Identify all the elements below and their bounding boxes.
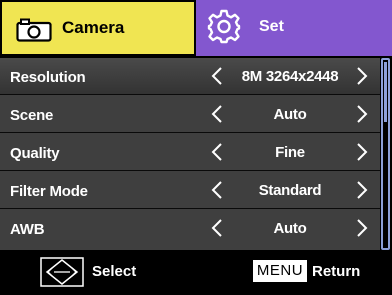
gear-icon [207, 9, 241, 44]
setting-value: Fine [275, 144, 305, 161]
camera-icon [16, 18, 52, 42]
settings-row-scene[interactable]: Scene Auto [0, 96, 380, 133]
chevron-right-icon[interactable] [355, 142, 369, 162]
tab-camera-label: Camera [62, 18, 125, 37]
chevron-left-icon[interactable] [210, 142, 224, 162]
settings-row-filter-mode[interactable]: Filter Mode Standard [0, 172, 380, 209]
setting-label: Scene [10, 107, 54, 124]
setting-value: Auto [273, 220, 307, 237]
chevron-left-icon[interactable] [210, 66, 224, 86]
setting-value: Auto [273, 106, 307, 123]
camera-settings-screen: Camera Set Resolution 8M 3264x2448 Scene… [0, 0, 392, 295]
chevron-right-icon[interactable] [355, 218, 369, 238]
chevron-right-icon[interactable] [355, 66, 369, 86]
chevron-left-icon[interactable] [210, 180, 224, 200]
menu-key: MENU [253, 260, 307, 282]
scrollbar[interactable] [381, 58, 390, 250]
scrollbar-thumb[interactable] [384, 62, 387, 122]
select-hint-label: Select [92, 263, 137, 280]
chevron-left-icon[interactable] [210, 104, 224, 124]
tab-set-label: Set [259, 18, 284, 35]
settings-row-quality[interactable]: Quality Fine [0, 134, 380, 171]
footer-hints: Select MENU Return [0, 252, 392, 295]
return-hint-label: Return [312, 263, 361, 280]
setting-value: Standard [258, 182, 322, 199]
chevron-right-icon[interactable] [355, 104, 369, 124]
chevron-right-icon[interactable] [355, 180, 369, 200]
dpad-icon [40, 257, 84, 287]
settings-row-resolution[interactable]: Resolution 8M 3264x2448 [0, 58, 380, 95]
settings-list: Resolution 8M 3264x2448 Scene Auto Quali… [0, 58, 380, 250]
setting-label: Resolution [10, 69, 86, 86]
setting-label: Quality [10, 145, 60, 162]
chevron-left-icon[interactable] [210, 218, 224, 238]
settings-row-awb[interactable]: AWB Auto [0, 210, 380, 247]
setting-value: 8M 3264x2448 [241, 68, 339, 85]
tab-bar: Camera Set [0, 0, 392, 56]
setting-label: Filter Mode [10, 183, 88, 200]
setting-label: AWB [10, 221, 45, 238]
